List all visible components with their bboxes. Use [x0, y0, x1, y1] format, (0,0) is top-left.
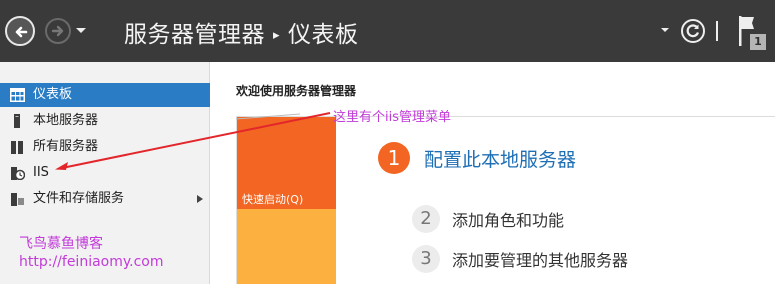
step-link[interactable]: 配置此本地服务器	[424, 145, 576, 172]
header-bar: 服务器管理器 ▸ 仪表板 1	[0, 0, 775, 62]
toolbar-divider	[716, 21, 718, 41]
step-number: 1	[378, 142, 410, 174]
sidebar-item-local-server[interactable]: 本地服务器	[0, 109, 210, 133]
back-button[interactable]	[5, 16, 35, 46]
step-number: 3	[412, 245, 440, 273]
sidebar-item-dashboard[interactable]: 仪表板	[0, 83, 210, 107]
arrow-right-icon	[51, 25, 64, 37]
sidebar-item-label: 本地服务器	[33, 113, 99, 128]
step-link[interactable]: 添加角色和功能	[452, 207, 564, 231]
file-storage-icon	[11, 193, 24, 206]
page-title: 服务器管理器 ▸ 仪表板	[124, 15, 359, 49]
sidebar-item-iis[interactable]: IIS	[0, 161, 210, 185]
expand-chevron-icon[interactable]	[197, 195, 203, 203]
server-icon	[14, 114, 20, 128]
step-link[interactable]: 添加要管理的其他服务器	[452, 247, 628, 271]
history-dropdown-icon[interactable]	[74, 22, 88, 38]
sidebar-item-file-storage[interactable]: 文件和存储服务	[0, 187, 210, 211]
refresh-button[interactable]	[681, 19, 705, 43]
welcome-heading: 欢迎使用服务器管理器	[236, 84, 357, 98]
whats-new-tile[interactable]	[237, 209, 336, 284]
servers-icon	[11, 141, 23, 154]
refresh-icon	[686, 24, 700, 38]
quick-start-label: 快速启动(Q)	[242, 193, 304, 206]
annotation-text: 这里有个iis管理菜单	[333, 110, 451, 125]
breadcrumb-separator: ▸	[273, 28, 281, 43]
notification-badge: 1	[750, 34, 766, 50]
brand-name: 飞鸟慕鱼博客	[19, 236, 103, 252]
sidebar-item-all-servers[interactable]: 所有服务器	[0, 135, 210, 159]
quick-start-tile[interactable]: 快速启动(Q)	[237, 117, 336, 209]
iis-icon	[11, 167, 25, 180]
sidebar-item-label: 所有服务器	[33, 139, 99, 154]
step-number: 2	[412, 205, 440, 233]
chevron-down-icon[interactable]	[659, 24, 671, 36]
dashboard-icon	[10, 88, 25, 102]
forward-button[interactable]	[45, 18, 71, 44]
breadcrumb-root[interactable]: 服务器管理器	[124, 22, 265, 48]
sidebar-item-label: 文件和存储服务	[33, 191, 125, 206]
arrow-left-icon	[15, 26, 28, 38]
breadcrumb-current: 仪表板	[288, 22, 359, 48]
brand-url: http://feiniaomy.com	[19, 254, 164, 270]
sidebar-item-label: IIS	[33, 165, 49, 180]
sidebar-item-label: 仪表板	[33, 87, 73, 102]
